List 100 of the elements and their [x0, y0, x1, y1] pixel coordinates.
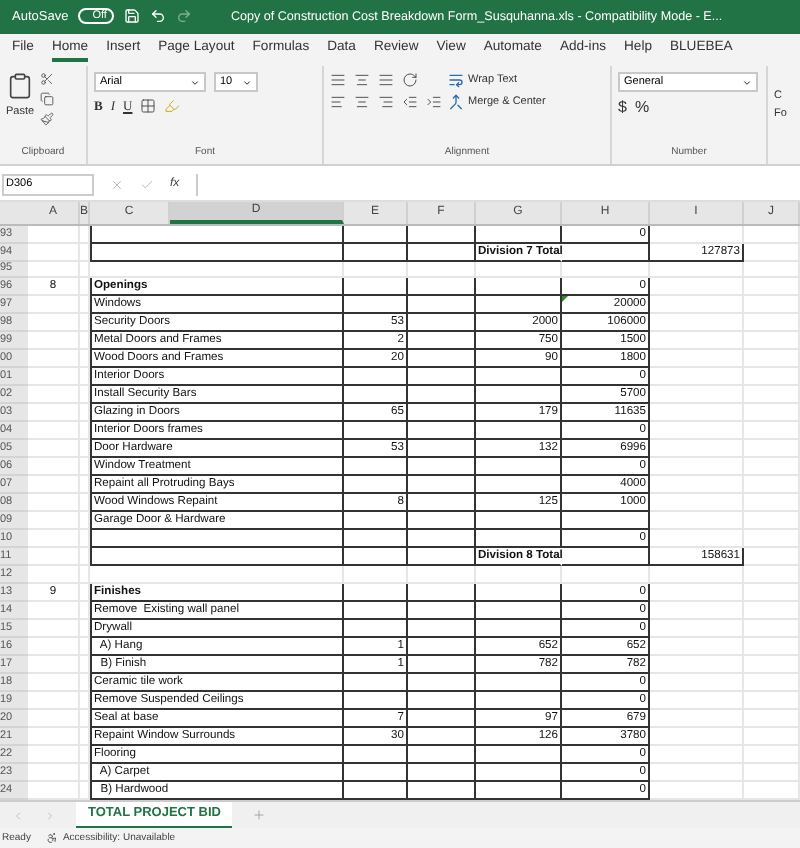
table-cell — [344, 602, 408, 621]
table-cell — [744, 548, 800, 567]
table-cell — [344, 368, 408, 387]
accessibility-icon — [46, 832, 59, 845]
table-cell — [344, 422, 408, 441]
table-cell — [408, 602, 476, 621]
cut-icon[interactable] — [40, 72, 55, 87]
table-cell — [408, 584, 476, 603]
table-cell — [28, 350, 80, 369]
table-cell — [744, 584, 800, 603]
table-cell — [408, 296, 476, 315]
table-cell — [28, 476, 80, 495]
number-format-button[interactable]: % — [634, 98, 650, 117]
table-cell — [408, 458, 476, 477]
table-cell — [408, 368, 476, 387]
table-cell — [562, 512, 650, 531]
number-format-button[interactable]: $ — [618, 98, 627, 117]
table-cell — [650, 566, 744, 585]
table-cell — [408, 548, 476, 567]
table-cell — [28, 620, 80, 639]
table-cell — [744, 710, 800, 729]
table-cell — [28, 422, 80, 441]
table-cell — [744, 530, 800, 549]
table-cell — [476, 620, 562, 639]
table-cell — [476, 584, 562, 603]
save-icon[interactable] — [124, 8, 141, 25]
table-cell — [28, 746, 80, 765]
table-cell — [650, 404, 744, 423]
table-cell — [744, 368, 800, 387]
table-cell — [408, 422, 476, 441]
align-left-icon[interactable] — [330, 94, 346, 111]
table-cell — [344, 548, 408, 567]
table-cell — [408, 566, 476, 585]
table-cell — [476, 674, 562, 693]
table-cell — [408, 764, 476, 783]
table-cell — [650, 584, 744, 603]
table-cell — [344, 243, 408, 262]
table-cell — [650, 458, 744, 477]
table-cell — [650, 674, 744, 693]
table-cell — [344, 764, 408, 783]
table-cell — [408, 404, 476, 423]
table-cell — [28, 404, 80, 423]
format-painter-icon[interactable] — [40, 112, 55, 127]
table-cell — [650, 368, 744, 387]
table-cell — [28, 261, 80, 279]
table-cell — [408, 638, 476, 657]
table-cell — [476, 386, 562, 405]
dropdown-caret-icon — [242, 77, 252, 88]
table-cell — [28, 296, 80, 315]
table-cell — [344, 746, 408, 765]
dropdown-caret-icon — [190, 77, 200, 88]
table-cell — [744, 243, 800, 262]
table-cell — [408, 440, 476, 459]
table-cell — [744, 458, 800, 477]
table-cell — [562, 261, 650, 279]
paste-icon[interactable] — [6, 72, 35, 101]
indent-increase-icon[interactable] — [426, 94, 442, 111]
align-center-icon[interactable] — [354, 94, 370, 111]
table-cell — [744, 476, 800, 495]
undo-icon[interactable] — [150, 8, 167, 25]
orientation-icon[interactable] — [402, 72, 418, 89]
table-cell — [28, 386, 80, 405]
align-top-icon[interactable] — [330, 72, 346, 89]
table-cell — [28, 512, 80, 531]
table-cell — [650, 602, 744, 621]
fill-color-icon[interactable] — [164, 98, 181, 115]
align-right-icon[interactable] — [378, 94, 394, 111]
table-cell — [408, 728, 476, 747]
borders-icon[interactable] — [140, 98, 157, 115]
table-cell — [650, 278, 744, 297]
table-cell — [650, 620, 744, 639]
align-middle-icon[interactable] — [354, 72, 370, 89]
table-cell — [744, 422, 800, 441]
table-cell — [344, 458, 408, 477]
align-bottom-icon[interactable] — [378, 72, 394, 89]
table-cell — [476, 225, 562, 244]
table-cell — [650, 476, 744, 495]
table-cell — [28, 440, 80, 459]
table-cell — [744, 386, 800, 405]
table-cell — [408, 512, 476, 531]
table-cell — [344, 674, 408, 693]
table-cell — [744, 692, 800, 711]
table-cell — [744, 404, 800, 423]
check-icon[interactable] — [140, 177, 154, 192]
table-cell — [650, 350, 744, 369]
table-cell — [28, 314, 80, 333]
table-cell — [744, 674, 800, 693]
table-cell — [650, 422, 744, 441]
table-cell — [650, 638, 744, 657]
table-cell — [744, 314, 800, 333]
table-cell — [476, 692, 562, 711]
table-cell — [744, 296, 800, 315]
table-cell — [28, 243, 80, 262]
table-cell — [28, 368, 80, 387]
table-cell — [408, 261, 476, 279]
table-cell — [28, 494, 80, 513]
table-cell — [744, 656, 800, 675]
table-cell — [28, 602, 80, 621]
copy-icon[interactable] — [40, 92, 55, 107]
table-cell — [344, 476, 408, 495]
